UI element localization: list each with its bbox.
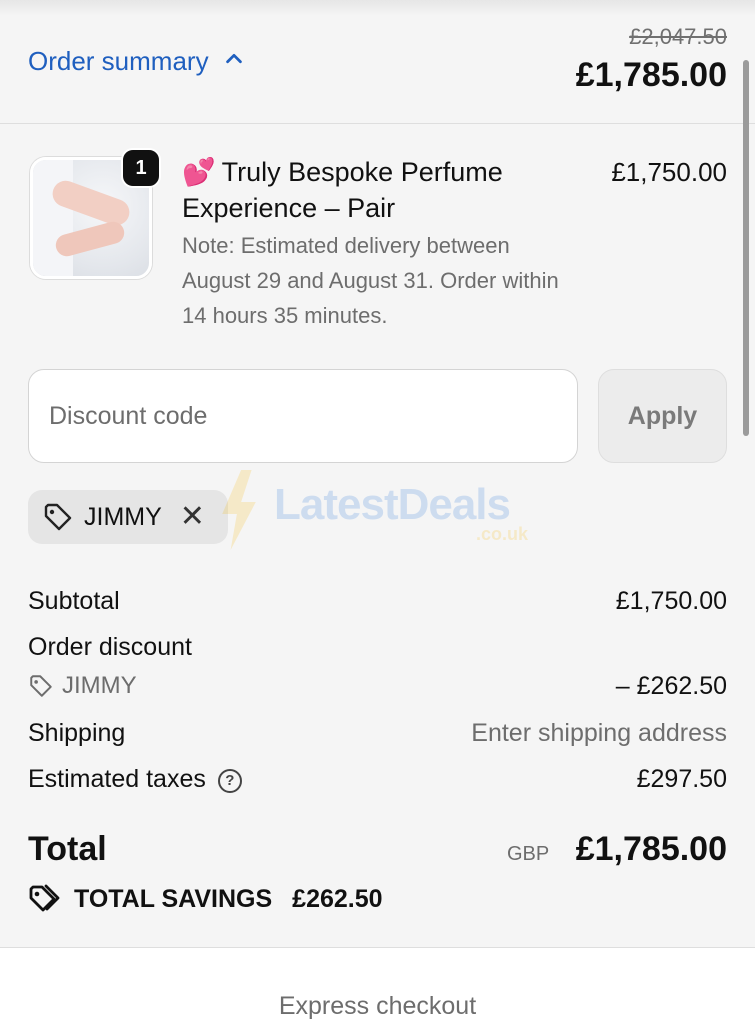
tag-icon <box>28 673 54 699</box>
product-price: £1,750.00 <box>611 157 727 187</box>
discount-value: – £262.50 <box>615 672 727 700</box>
watermark-subtext: .co.uk <box>476 524 529 544</box>
watermark-text: LatestDeals <box>274 480 511 529</box>
express-checkout-panel: Express checkout <box>0 947 755 1024</box>
savings-tags-icon <box>28 882 62 916</box>
discount-code-line: JIMMY <box>28 672 137 700</box>
total-currency: GBP <box>507 843 550 865</box>
savings-value: £262.50 <box>292 884 383 913</box>
apply-button[interactable]: Apply <box>598 369 727 463</box>
discount-code-input[interactable] <box>28 369 578 463</box>
total-label: Total <box>28 830 107 868</box>
subtotal-label: Subtotal <box>28 587 120 615</box>
latestdeals-watermark: LatestDeals .co.uk <box>218 470 548 550</box>
product-title-text: Truly Bespoke Perfume Experience – Pair <box>182 157 503 223</box>
header-total: £1,785.00 <box>575 56 727 94</box>
hearts-emoji-icon: 💕 <box>182 157 216 187</box>
taxes-label-wrap: Estimated taxes? <box>28 765 242 794</box>
product-note: Note: Estimated delivery between August … <box>182 233 559 328</box>
discount-code-name: JIMMY <box>62 672 137 699</box>
remove-code-close-icon[interactable]: ✕ <box>180 502 205 532</box>
quantity-badge: 1 <box>121 148 161 188</box>
order-summary-toggle[interactable]: Order summary <box>28 46 245 77</box>
original-total: £2,047.50 <box>629 24 727 49</box>
order-summary-header: Order summary £2,047.50 £1,785.00 <box>0 0 755 124</box>
order-discount-label: Order discount <box>28 633 192 661</box>
shipping-value: Enter shipping address <box>471 719 727 747</box>
taxes-label: Estimated taxes <box>28 765 206 793</box>
savings-label: TOTAL SAVINGS <box>74 884 273 913</box>
chevron-up-icon <box>223 46 245 77</box>
total-savings: TOTAL SAVINGS £262.50 <box>28 882 383 916</box>
tag-icon <box>42 501 74 533</box>
order-summary-label: Order summary <box>28 46 209 76</box>
express-checkout-label: Express checkout <box>278 992 477 1020</box>
shipping-label: Shipping <box>28 719 126 747</box>
product-title: 💕 Truly Bespoke Perfume Experience – Pair <box>182 154 562 226</box>
subtotal-value: £1,750.00 <box>615 587 727 615</box>
scrollbar[interactable] <box>743 60 749 436</box>
applied-code-label: JIMMY <box>84 502 162 531</box>
question-help-icon[interactable]: ? <box>217 769 242 793</box>
taxes-value: £297.50 <box>636 765 727 793</box>
total-value: £1,785.00 <box>575 830 727 868</box>
applied-code-chip: JIMMY ✕ <box>28 490 228 544</box>
